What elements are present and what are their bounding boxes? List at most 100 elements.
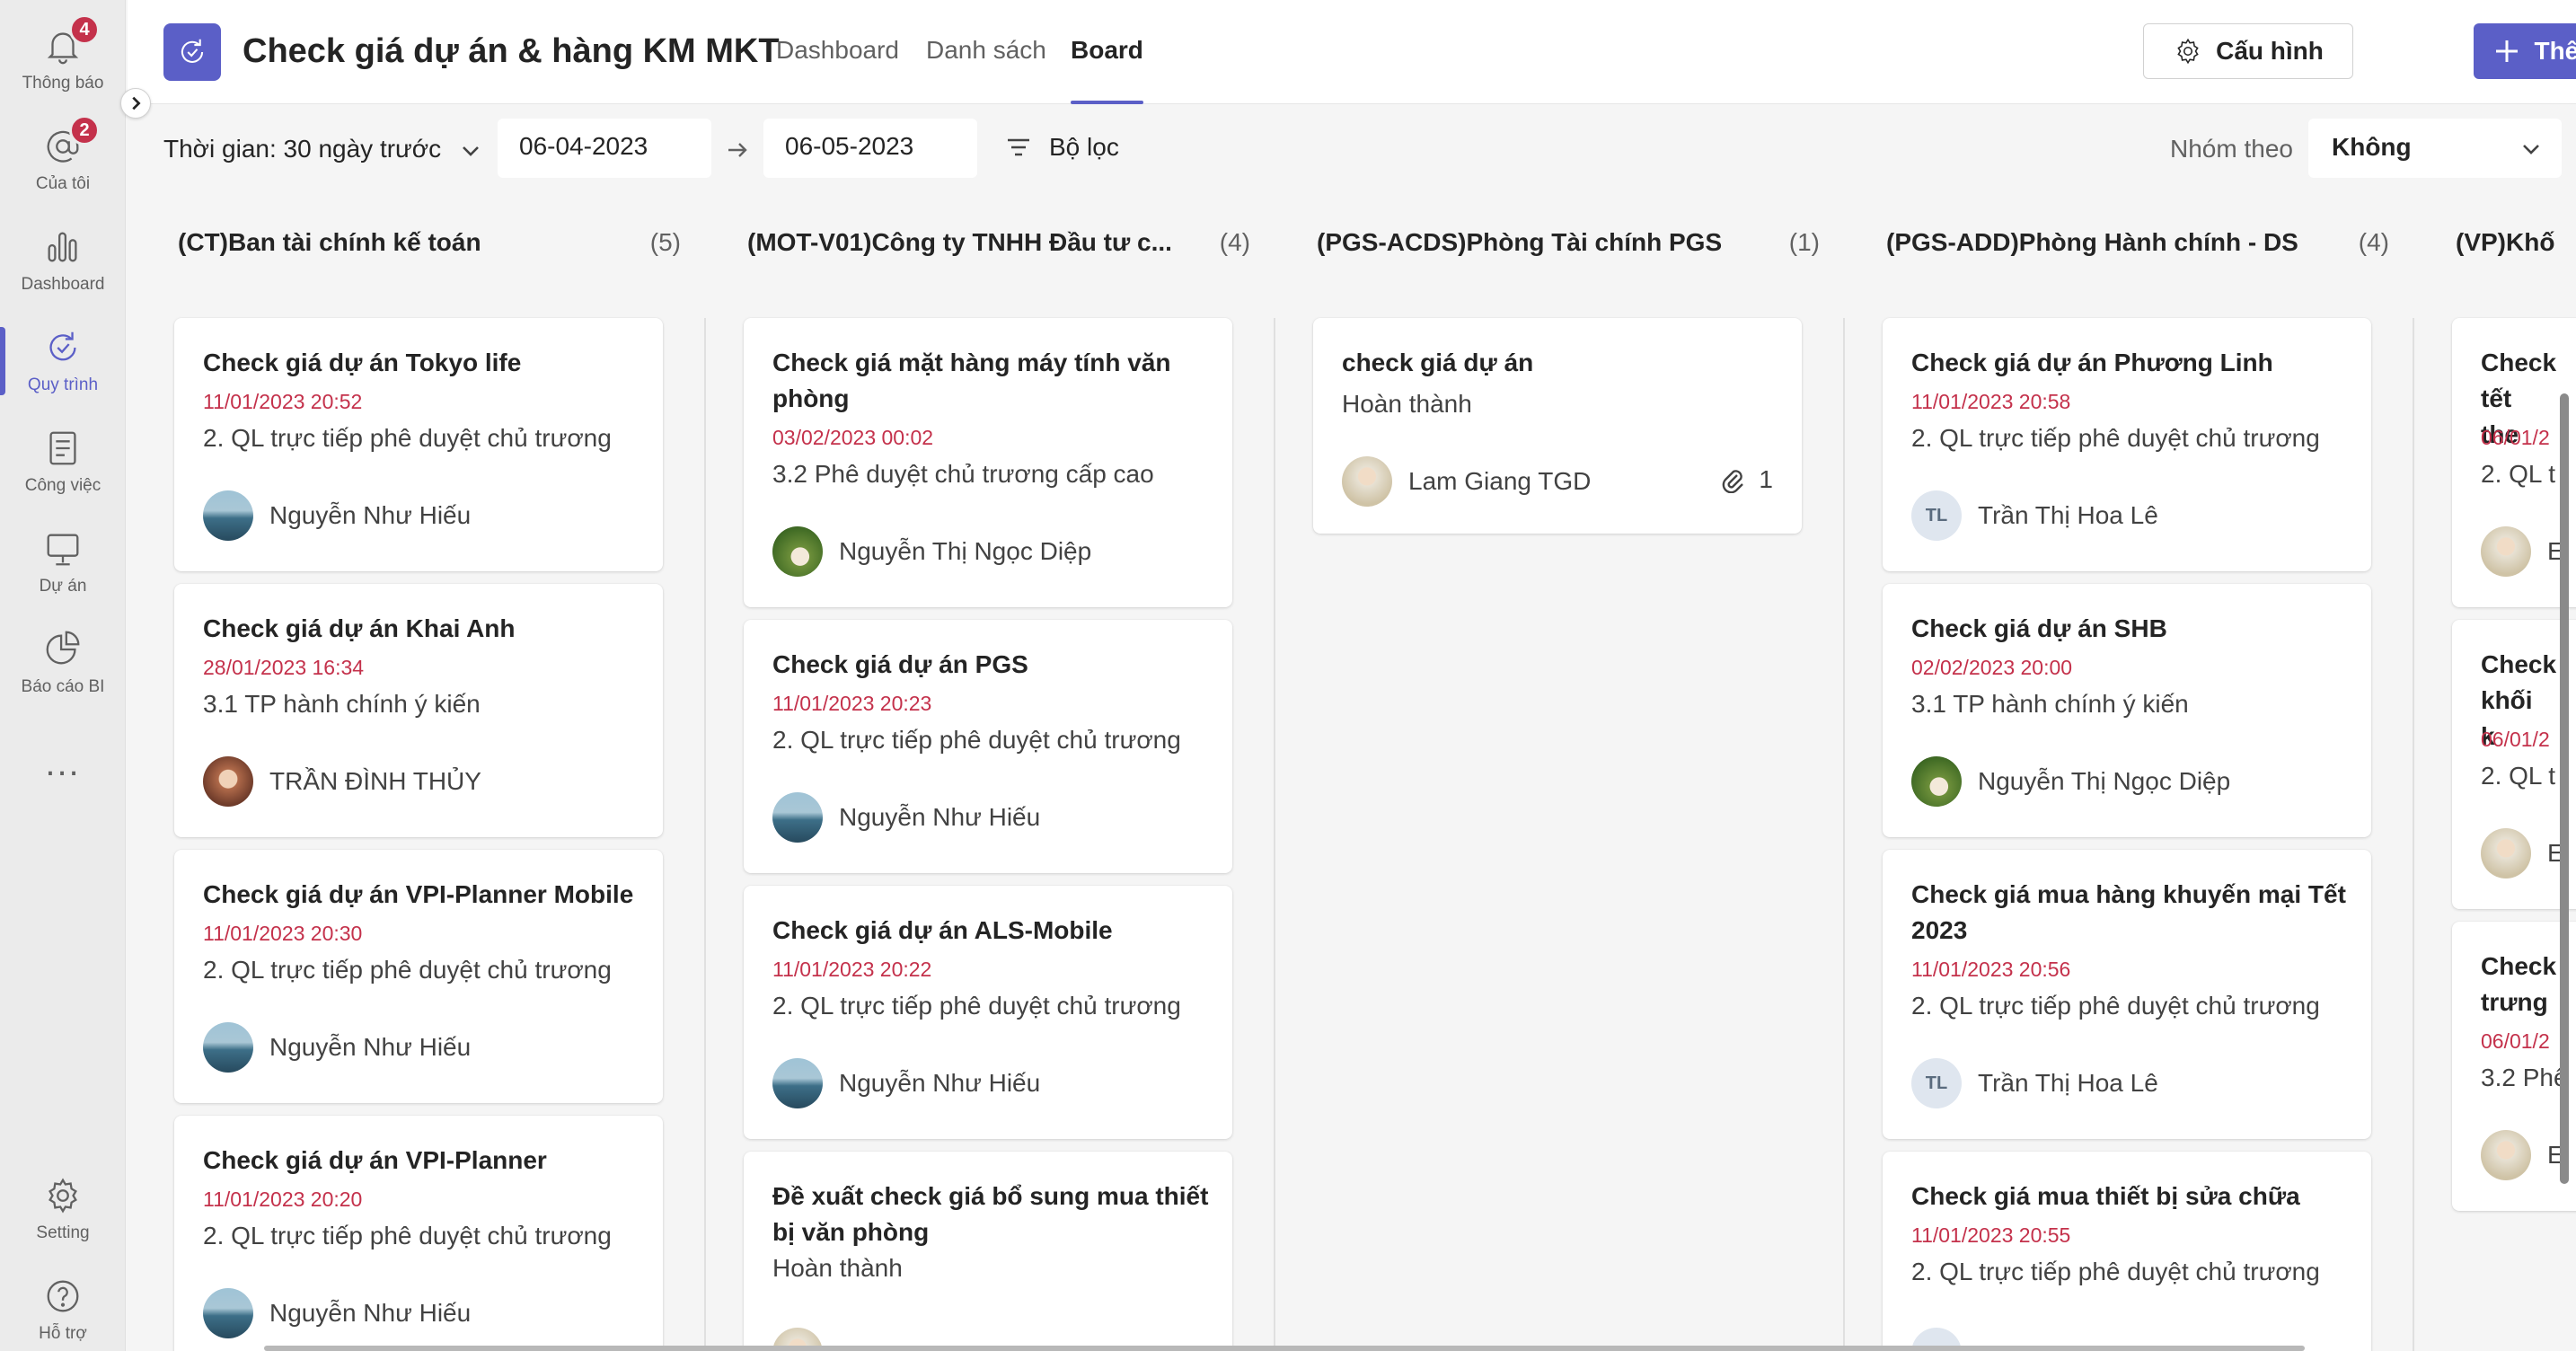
pie-chart-icon bbox=[46, 631, 80, 665]
notification-badge: 4 bbox=[69, 14, 100, 45]
app-header: Check giá dự án & hàng KM MKT Dashboard … bbox=[128, 0, 2576, 104]
arrow-right-icon bbox=[728, 143, 747, 157]
card-date: 03/02/2023 00:02 bbox=[772, 426, 934, 449]
card-step: 3.2 Phê bbox=[2481, 1064, 2568, 1091]
collapse-rail-button[interactable] bbox=[120, 88, 151, 119]
board-card[interactable]: Check tết the 06/01/2 2. QL t E bbox=[2452, 318, 2576, 607]
card-title: Check giá dự án ALS-Mobile bbox=[772, 916, 1113, 944]
rail-process[interactable]: Quy trình bbox=[0, 316, 126, 406]
card-assignee: TRẦN ĐÌNH THỦY bbox=[203, 756, 481, 807]
board-card[interactable]: Check giá dự án VPI-Planner 11/01/2023 2… bbox=[174, 1116, 663, 1351]
avatar bbox=[2481, 526, 2531, 577]
rail-more[interactable]: ... bbox=[0, 719, 126, 808]
tab-dashboard[interactable]: Dashboard bbox=[776, 36, 899, 65]
avatar bbox=[772, 792, 823, 843]
rail-mine[interactable]: 2 Của tôi bbox=[0, 115, 126, 205]
card-date: 11/01/2023 20:56 bbox=[1911, 958, 2071, 981]
rail-project-label: Dự án bbox=[39, 577, 87, 596]
more-icon: ... bbox=[45, 744, 81, 783]
card-assignee: E bbox=[2481, 526, 2564, 577]
group-by-select[interactable]: Không bbox=[2308, 119, 2562, 178]
board-card[interactable]: Check giá dự án PGS 11/01/2023 20:23 2. … bbox=[744, 620, 1232, 873]
rail-notifications[interactable]: 4 Thông báo bbox=[0, 14, 126, 104]
board-card[interactable]: Check trưng 06/01/2 3.2 Phê E bbox=[2452, 922, 2576, 1211]
rail-work-label: Công việc bbox=[24, 476, 101, 495]
column-name: (CT)Ban tài chính kế toán bbox=[178, 228, 481, 256]
card-user-name: TRẦN ĐÌNH THỦY bbox=[269, 767, 481, 795]
card-title: check giá dự án bbox=[1342, 349, 1534, 376]
board-column: (CT)Ban tài chính kế toán (5) Check giá … bbox=[128, 196, 697, 1351]
rail-setting[interactable]: Setting bbox=[0, 1164, 126, 1254]
board-card[interactable]: Check giá dự án Phương Linh 11/01/2023 2… bbox=[1883, 318, 2371, 571]
rail-work[interactable]: Công việc bbox=[0, 417, 126, 507]
board-card[interactable]: Check giá mua thiết bị sửa chữa 11/01/20… bbox=[1883, 1152, 2371, 1351]
column-header: (PGS-ADD)Phòng Hành chính - DS (4) bbox=[1886, 228, 2389, 264]
card-assignee: E bbox=[2481, 828, 2564, 879]
card-assignee: Nguyễn Thị Ngọc Diệp bbox=[772, 526, 1091, 577]
date-from-input[interactable]: 06-04-2023 bbox=[498, 119, 711, 178]
card-step: 2. QL trực tiếp phê duyệt chủ trương bbox=[1911, 1258, 2320, 1285]
rail-process-label: Quy trình bbox=[27, 375, 99, 394]
add-new-button[interactable]: Thêm mới bbox=[2474, 23, 2576, 79]
tab-list[interactable]: Danh sách bbox=[926, 36, 1046, 65]
add-new-button-label: Thêm mới bbox=[2534, 37, 2576, 65]
paperclip-icon bbox=[1723, 470, 1744, 493]
card-date: 11/01/2023 20:55 bbox=[1911, 1223, 2071, 1247]
column-header: (CT)Ban tài chính kế toán (5) bbox=[178, 228, 681, 264]
filter-button[interactable]: Bộ lọc bbox=[1004, 133, 1119, 162]
card-user-name: Lam Giang TGD bbox=[1408, 467, 1592, 495]
board-card[interactable]: Check giá mua hàng khuyến mại Tết 2023 1… bbox=[1883, 850, 2371, 1139]
card-date: 02/02/2023 20:00 bbox=[1911, 656, 2073, 679]
board-card[interactable]: Check giá dự án VPI-Planner Mobile 11/01… bbox=[174, 850, 663, 1103]
card-date: 06/01/2 bbox=[2481, 426, 2550, 449]
card-user-name: Trần Thị Hoa Lê bbox=[1978, 501, 2158, 529]
date-to-input[interactable]: 06-05-2023 bbox=[763, 119, 977, 178]
avatar bbox=[1911, 756, 1962, 807]
card-assignee: Nguyễn Như Hiếu bbox=[203, 1022, 471, 1073]
process-refresh-icon bbox=[181, 39, 204, 63]
card-user-name: Nguyễn Thị Ngọc Diệp bbox=[839, 537, 1092, 565]
card-date: 11/01/2023 20:20 bbox=[203, 1188, 363, 1211]
chevron-down-icon[interactable] bbox=[460, 140, 481, 162]
card-date: 11/01/2023 20:52 bbox=[203, 390, 363, 413]
board-card[interactable]: Check khối k 06/01/2 2. QL t E bbox=[2452, 620, 2576, 909]
card-title: Check giá dự án VPI-Planner Mobile bbox=[203, 880, 634, 908]
attachment-count-value: 1 bbox=[1759, 465, 1773, 493]
config-button-label: Cấu hình bbox=[2216, 37, 2324, 65]
vertical-scrollbar[interactable] bbox=[2560, 393, 2569, 1184]
card-title: Check giá mua thiết bị sửa chữa bbox=[1911, 1182, 2300, 1210]
column-name: (MOT-V01)Công ty TNHH Đầu tư c... bbox=[747, 228, 1172, 256]
board-card[interactable]: Check giá dự án ALS-Mobile 11/01/2023 20… bbox=[744, 886, 1232, 1139]
rail-dashboard[interactable]: Dashboard bbox=[0, 216, 126, 305]
board-card[interactable]: Đề xuất check giá bổ sung mua thiết bị v… bbox=[744, 1152, 1232, 1351]
time-range-dropdown[interactable]: Thời gian: 30 ngày trước bbox=[163, 135, 441, 163]
rail-bi[interactable]: Báo cáo BI bbox=[0, 618, 126, 708]
card-date: 11/01/2023 20:22 bbox=[772, 958, 932, 981]
avatar: TL bbox=[1911, 490, 1962, 541]
tab-board[interactable]: Board bbox=[1071, 36, 1143, 104]
rail-project[interactable]: Dự án bbox=[0, 517, 126, 607]
card-step: Hoàn thành bbox=[1342, 390, 1472, 418]
card-title: Check giá dự án PGS bbox=[772, 650, 1028, 678]
filter-button-label: Bộ lọc bbox=[1049, 133, 1119, 161]
page-title: Check giá dự án & hàng KM MKT bbox=[243, 32, 780, 70]
card-date: 11/01/2023 20:58 bbox=[1911, 390, 2071, 413]
board-card[interactable]: check giá dự án Hoàn thành Lam Giang TGD… bbox=[1313, 318, 1802, 534]
rail-bi-label: Báo cáo BI bbox=[21, 677, 105, 696]
board-card[interactable]: Check giá dự án Khai Anh 28/01/2023 16:3… bbox=[174, 584, 663, 837]
card-assignee: Nguyễn Như Hiếu bbox=[203, 490, 471, 541]
card-step: Hoàn thành bbox=[772, 1254, 903, 1282]
board-card[interactable]: Check giá dự án Tokyo life 11/01/2023 20… bbox=[174, 318, 663, 571]
bar-chart-icon bbox=[48, 232, 77, 262]
column-header: (MOT-V01)Công ty TNHH Đầu tư c... (4) bbox=[747, 228, 1250, 264]
board-card[interactable]: Check giá mặt hàng máy tính văn phòng 03… bbox=[744, 318, 1232, 607]
column-name: (VP)Khố bbox=[2456, 228, 2555, 256]
horizontal-scrollbar[interactable] bbox=[264, 1346, 2305, 1351]
rail-help[interactable]: Hỗ trợ bbox=[0, 1265, 126, 1351]
board-column: (PGS-ACDS)Phòng Tài chính PGS (1) check … bbox=[1266, 196, 1836, 1351]
avatar bbox=[2481, 828, 2531, 879]
card-assignee: TL Trần Thị Hoa Lê bbox=[1911, 490, 2158, 541]
board-card[interactable]: Check giá dự án SHB 02/02/2023 20:00 3.1… bbox=[1883, 584, 2371, 837]
column-name: (PGS-ACDS)Phòng Tài chính PGS bbox=[1317, 228, 1723, 256]
config-button[interactable]: Cấu hình bbox=[2143, 23, 2353, 79]
